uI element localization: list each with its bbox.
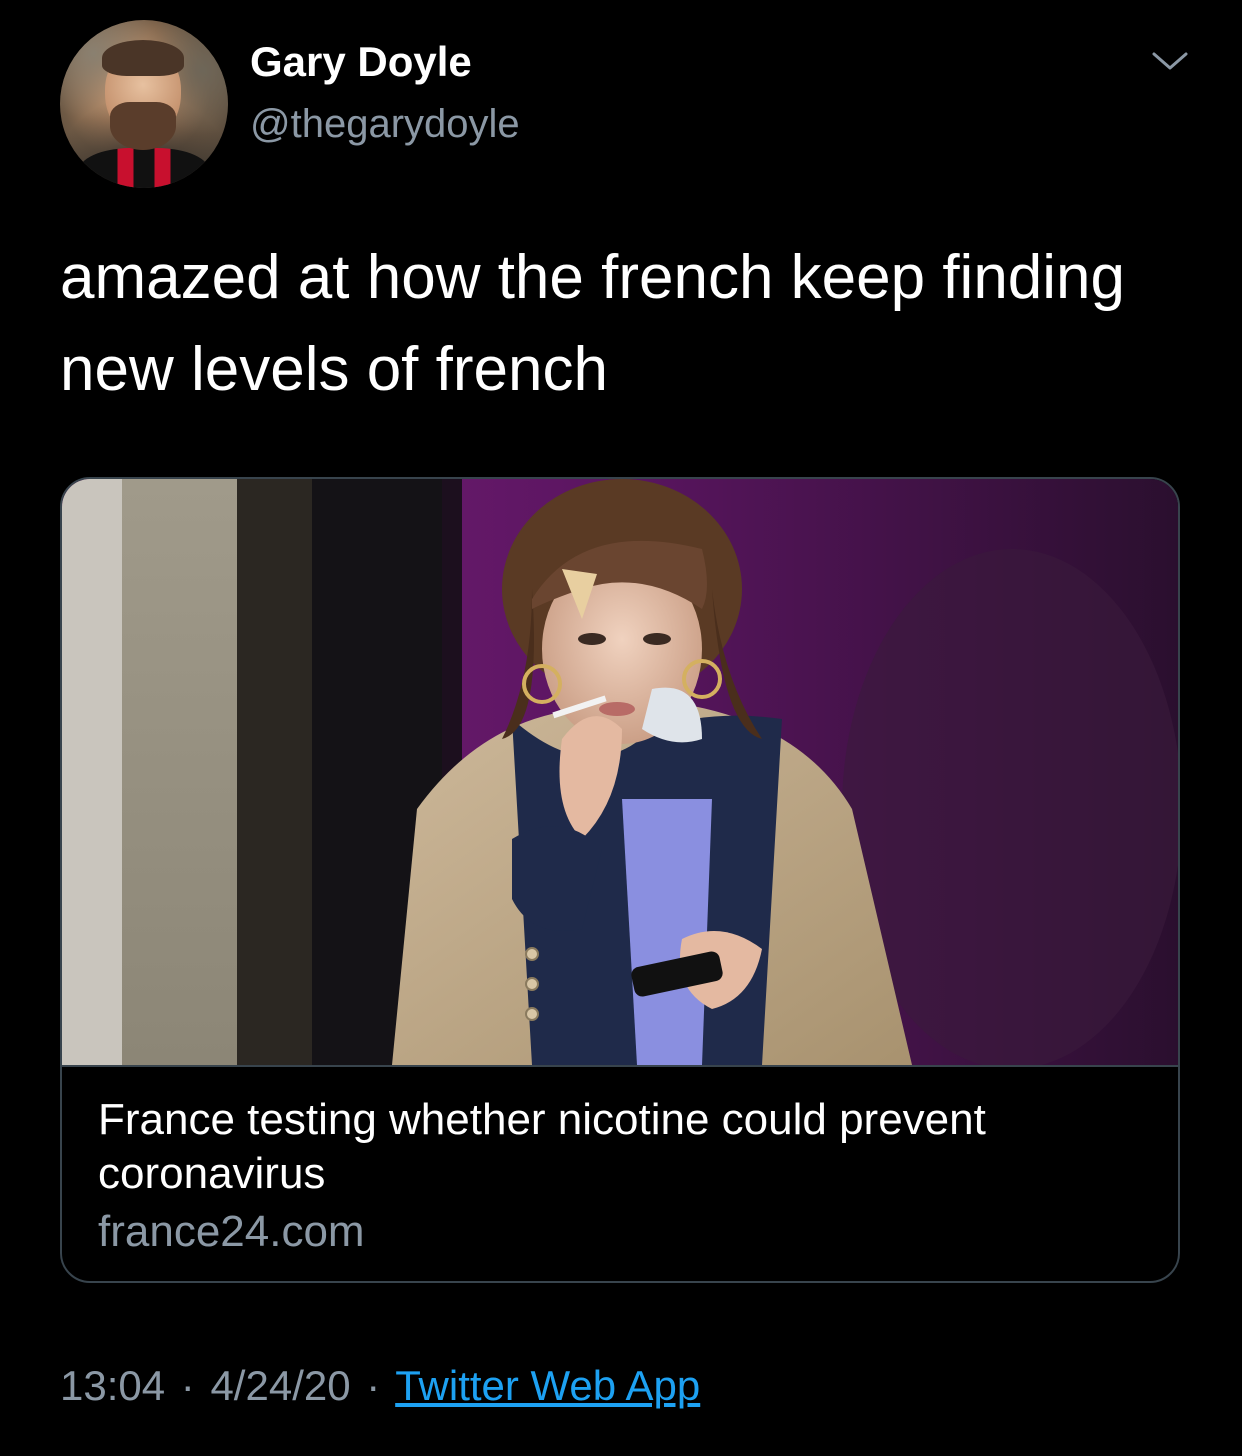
- card-body[interactable]: France testing whether nicotine could pr…: [62, 1065, 1178, 1281]
- avatar-beard: [110, 102, 176, 150]
- avatar[interactable]: [60, 20, 228, 188]
- author-name[interactable]: Gary Doyle: [250, 38, 472, 86]
- avatar-shirt: [78, 148, 210, 188]
- tweet-time[interactable]: 13:04: [60, 1362, 165, 1409]
- tweet-header: Gary Doyle @thegarydoyle: [60, 20, 1200, 190]
- tweet-date[interactable]: 4/24/20: [210, 1362, 350, 1409]
- meta-separator: ·: [180, 1362, 195, 1409]
- tweet-source-link[interactable]: Twitter Web App: [395, 1362, 700, 1409]
- link-card[interactable]: France testing whether nicotine could pr…: [60, 477, 1180, 1283]
- chevron-down-icon[interactable]: [1150, 46, 1190, 76]
- tweet: Gary Doyle @thegarydoyle amazed at how t…: [0, 0, 1242, 1456]
- card-title[interactable]: France testing whether nicotine could pr…: [98, 1093, 1138, 1201]
- tweet-text: amazed at how the french keep finding ne…: [60, 243, 1126, 404]
- author-handle[interactable]: @thegarydoyle: [250, 102, 520, 147]
- avatar-hair: [102, 40, 184, 76]
- card-image[interactable]: [62, 479, 1178, 1065]
- meta-separator: ·: [366, 1362, 381, 1409]
- card-domain: france24.com: [98, 1207, 365, 1256]
- tweet-meta: 13:04 · 4/24/20 · Twitter Web App: [60, 1362, 700, 1410]
